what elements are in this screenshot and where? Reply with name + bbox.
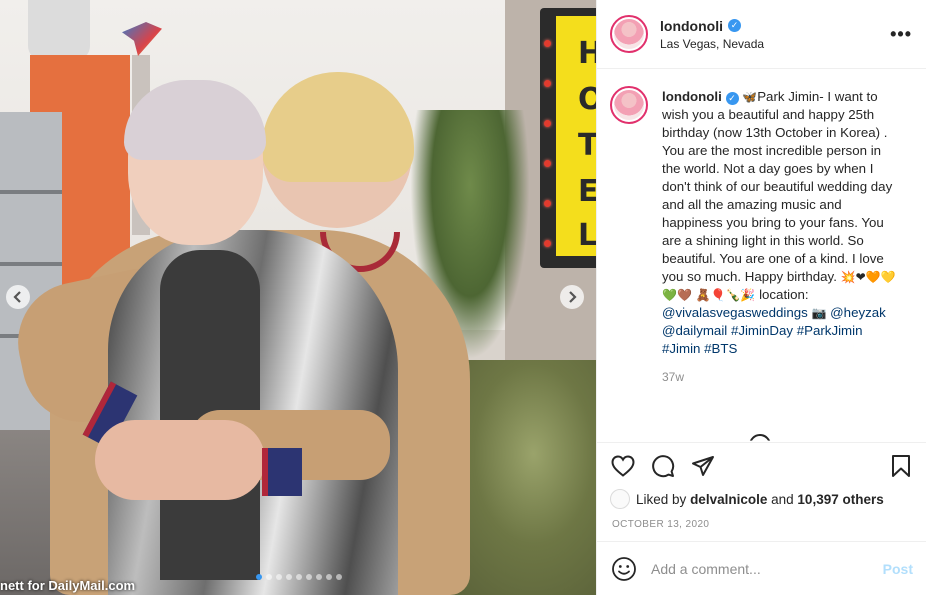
liked-by-user[interactable]: delvalnicole [690,492,767,507]
more-options-icon[interactable]: ••• [890,24,912,45]
comment-composer: Post [597,541,926,595]
carousel-dot [296,574,302,580]
liker-avatar[interactable] [610,489,630,509]
author-avatar[interactable] [610,15,648,53]
share-icon[interactable] [690,453,716,479]
instagram-post: H O T E L nett for DailyMail.com londono… [0,0,926,595]
likes-summary: Liked by delvalnicole and 10,397 others [597,489,926,509]
post-side-panel: londonoli ✓ Las Vegas, Nevada ••• london… [596,0,926,595]
sign-bulb [544,80,551,87]
comment-input[interactable] [651,561,883,577]
carousel-dot [336,574,342,580]
liked-by-and: and [771,491,794,507]
carousel-next-button[interactable] [560,285,584,309]
caption-emojis-lead: 🦋 [742,90,758,104]
smiley-icon[interactable] [611,556,637,582]
caption-mention[interactable]: @vivalasvegasweddings [662,305,808,320]
sign-bulb [544,200,551,207]
post-actions: Liked by delvalnicole and 10,397 others … [597,442,926,595]
sign-bulb [544,120,551,127]
post-photo[interactable]: H O T E L nett for DailyMail.com [0,0,596,595]
heart-icon[interactable] [610,453,636,479]
caption-hashtag[interactable]: #BTS [704,341,737,356]
carousel-dot [326,574,332,580]
post-comment-button[interactable]: Post [883,561,913,577]
comment-icon[interactable] [650,453,676,479]
hotel-letter: O [578,82,596,117]
author-username-row: londonoli ✓ [660,18,890,34]
motel-balcony [0,262,62,266]
post-location[interactable]: Las Vegas, Nevada [660,37,890,51]
caption-hashtag[interactable]: #JiminDay [731,323,793,338]
carousel-dot [256,574,262,580]
photo-watermark: nett for DailyMail.com [0,578,136,593]
carousel-dot [316,574,322,580]
carousel-dot [306,574,312,580]
hotel-letter: E [578,174,596,209]
comments-scroll-area[interactable]: londonoli ✓ 🦋Park Jimin- I want to wish … [597,70,926,442]
caption-mention[interactable]: @heyzak [830,305,886,320]
caption-text: Park Jimin- I want to wish you a beautif… [662,89,893,284]
caption-username[interactable]: londonoli [662,89,722,104]
caption-emojis-misc: 🧸🎈🍾🎉 [695,288,756,302]
carousel-prev-button[interactable] [6,285,30,309]
verified-badge-icon: ✓ [727,19,741,32]
photo-sleeve-band [262,448,302,496]
post-header: londonoli ✓ Las Vegas, Nevada ••• [597,0,926,69]
photo-tower [28,0,90,60]
liked-by-prefix: Liked by [636,491,687,507]
hotel-letter: H [578,36,596,71]
carousel-dot [276,574,282,580]
hotel-letter: L [578,218,596,253]
caption-mention[interactable]: @dailymail [662,323,727,338]
avatar-image [614,90,644,120]
motel-balcony [0,190,62,194]
action-icons-row [597,443,926,489]
caption-hashtag[interactable]: #ParkJimin [797,323,863,338]
carousel-indicator [256,574,342,580]
caption-location-label: location: [759,287,809,302]
caption-hashtag[interactable]: #Jimin [662,341,700,356]
carousel-dot [266,574,272,580]
carousel-dot [286,574,292,580]
hotel-letter: T [578,128,596,163]
verified-badge-icon: ✓ [725,91,739,105]
sign-bulb [544,240,551,247]
sign-bulb [544,160,551,167]
author-username[interactable]: londonoli [660,18,723,34]
caption-time-ago[interactable]: 37w [662,370,913,384]
chevron-left-icon [13,291,21,303]
author-block: londonoli ✓ Las Vegas, Nevada [660,18,890,51]
photo-hands [95,420,265,500]
caption-row: londonoli ✓ 🦋Park Jimin- I want to wish … [610,86,913,358]
chevron-right-icon [569,291,577,303]
post-date[interactable]: OCTOBER 13, 2020 [597,509,926,530]
caption-avatar[interactable] [610,86,648,124]
avatar-image [614,19,644,49]
likes-count[interactable]: 10,397 others [797,492,883,507]
post-caption: londonoli ✓ 🦋Park Jimin- I want to wish … [662,88,902,358]
sign-bulb [544,40,551,47]
bookmark-icon[interactable] [888,453,914,479]
camera-emoji: 📷 [811,306,827,320]
